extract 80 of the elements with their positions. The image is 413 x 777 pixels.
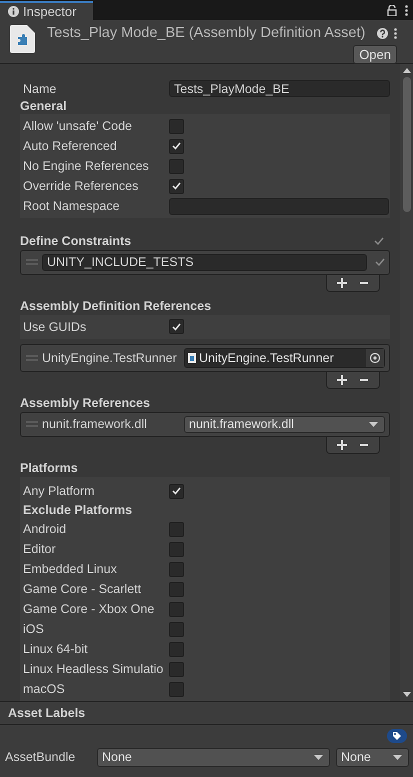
define-constraint-field[interactable]: UNITY_INCLUDE_TESTS — [42, 254, 367, 271]
help-icon[interactable] — [377, 28, 388, 38]
add-icon[interactable] — [337, 278, 347, 288]
checkbox[interactable] — [169, 602, 184, 617]
section-heading: Assembly References — [20, 396, 150, 410]
caret-icon — [369, 422, 378, 427]
more-icon[interactable] — [405, 5, 408, 16]
namespace-field[interactable] — [169, 198, 389, 215]
checkmark-icon — [172, 487, 181, 496]
name-field[interactable]: Tests_PlayMode_BE — [169, 80, 390, 98]
platform-label: Embedded Linux — [22, 562, 118, 576]
checkbox[interactable] — [169, 118, 184, 134]
reference-label: UnityEngine.TestRunner — [42, 350, 178, 365]
field-label: Root Namespace — [22, 199, 121, 214]
platform-label: Game Core - Scarlett — [22, 582, 142, 596]
scrollbar-thumb[interactable] — [402, 77, 410, 212]
section-heading: Define Constraints — [20, 234, 132, 248]
checkmark-icon — [172, 322, 181, 331]
caret-icon — [314, 754, 323, 760]
field-label: No Engine References — [22, 159, 150, 174]
checkmark-icon — [172, 182, 181, 190]
more-icon[interactable] — [394, 28, 397, 38]
platform-label: macOS — [22, 682, 66, 696]
reference-label: nunit.framework.dll — [42, 417, 148, 432]
assembly-file-icon — [10, 25, 35, 53]
open-button[interactable]: Open — [353, 45, 397, 64]
asset-bundle-dropdown[interactable]: None — [97, 748, 330, 766]
platform-label: Linux 64-bit — [22, 642, 89, 656]
checkbox[interactable] — [169, 138, 184, 154]
platform-label: Linux Headless Simulatio — [22, 662, 164, 676]
platform-label: Game Core - Xbox One — [22, 602, 156, 616]
field-label: Any Platform — [22, 484, 96, 498]
checkbox[interactable] — [169, 542, 184, 557]
label-tag-button[interactable] — [387, 729, 407, 743]
checkbox[interactable] — [169, 562, 184, 577]
field-label: Override References — [22, 179, 140, 194]
platform-label: Android — [22, 522, 68, 536]
checkmark-icon — [375, 258, 385, 266]
assembly-file-icon — [188, 352, 196, 363]
checkbox[interactable] — [169, 642, 184, 657]
drag-handle-icon[interactable] — [26, 354, 38, 361]
field-label: Use GUIDs — [22, 320, 88, 334]
checkbox[interactable] — [169, 522, 184, 537]
section-heading: Platforms — [20, 461, 78, 476]
platform-label: iOS — [22, 622, 45, 636]
checkbox[interactable] — [169, 484, 184, 499]
add-icon[interactable] — [337, 440, 347, 450]
scroll-up-icon[interactable] — [402, 68, 410, 73]
section-heading: Assembly Definition References — [20, 299, 212, 314]
section-heading: General — [20, 98, 67, 113]
info-icon — [8, 6, 19, 17]
caret-icon — [393, 754, 402, 760]
subsection-heading: Exclude Platforms — [22, 503, 134, 518]
checkbox[interactable] — [169, 178, 184, 194]
object-picker-icon[interactable] — [366, 348, 384, 367]
asset-title: Tests_Play Mode_BE (Assembly Definition Asset) — [47, 25, 366, 41]
checkbox[interactable] — [169, 319, 184, 334]
object-field[interactable]: UnityEngine.TestRunner — [184, 348, 385, 368]
field-label: AssetBundle — [5, 750, 76, 764]
drag-handle-icon[interactable] — [26, 259, 38, 266]
checkmark-icon — [172, 142, 181, 150]
drag-handle-icon[interactable] — [26, 421, 38, 428]
field-label: Allow 'unsafe' Code — [22, 119, 134, 134]
checkmark-icon — [374, 236, 384, 245]
tag-icon — [392, 731, 402, 741]
section-heading: Asset Labels — [8, 706, 86, 720]
checkbox[interactable] — [169, 682, 184, 697]
platform-label: Editor — [22, 542, 57, 556]
bundle-variant-dropdown[interactable]: None — [336, 748, 409, 766]
inspector-tab[interactable]: Inspector — [0, 1, 93, 20]
checkbox[interactable] — [169, 662, 184, 677]
field-label: Auto Referenced — [22, 139, 118, 154]
add-icon[interactable] — [337, 374, 347, 385]
lock-icon[interactable] — [387, 5, 397, 16]
field-label: Name — [22, 82, 58, 96]
checkbox[interactable] — [169, 622, 184, 637]
checkbox[interactable] — [169, 158, 184, 174]
scroll-down-icon[interactable] — [402, 692, 410, 697]
checkbox[interactable] — [169, 582, 184, 597]
dll-dropdown[interactable]: nunit.framework.dll — [184, 416, 385, 433]
